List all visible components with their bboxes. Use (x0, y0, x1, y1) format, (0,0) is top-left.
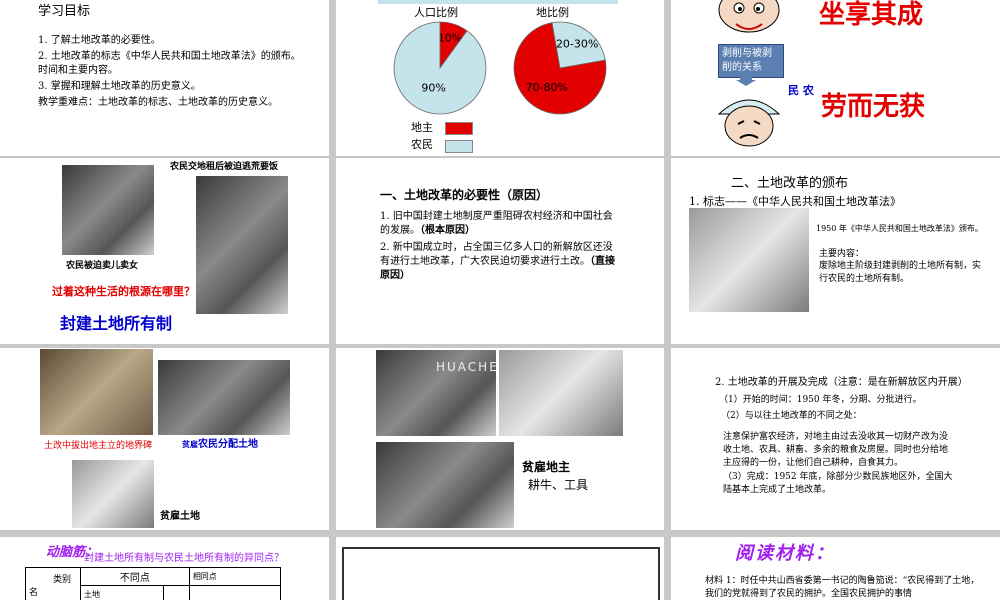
heading-enjoy-fruits: 坐享其成 (819, 0, 924, 30)
slide-necessity[interactable]: 一、土地改革的必要性（原因） 1. 旧中国封建土地制度严重阻碍农村经济和中国社会… (336, 158, 664, 344)
caption-tenant-land: 贫雇土地 (160, 511, 200, 522)
pie-slice-农民 (393, 21, 487, 115)
slide-think[interactable]: 动脑筋： 封建土地所有制与农民土地所有制的异同点？ 类别名 不同点 相同点 土地 (0, 537, 329, 600)
slide-oxen-tools[interactable]: HUACHEN 贫雇地主 耕牛、工具 (336, 348, 664, 530)
slide-blank[interactable] (336, 537, 664, 600)
cell-empty (163, 585, 190, 600)
photo-land-distribution (158, 360, 290, 435)
answer-feudal-land: 封建土地所有制 (60, 314, 173, 333)
section-heading-implementation: 2. 土地改革的开展及完成（注意：是在新解放区内开展） (715, 377, 968, 388)
root-cause-tag: （根本原因） (420, 225, 475, 236)
pie-land: 70-80% 20-30% (513, 21, 607, 115)
pie-data-label: 20-30% (556, 38, 598, 51)
goal-item: 3. 掌握和理解土地改革的历史意义。 (38, 81, 201, 92)
cell-land: 土地 (79, 585, 165, 600)
pie-charts-svg: 10%90% 70-80% 20-30% (393, 21, 607, 115)
caption-beggars: 农民交地租后被迫逃荒要饭 (170, 162, 279, 172)
slide-exploitation[interactable]: 坐享其成 剥削与被剥削的关系 民 农 劳而无获 (671, 0, 1000, 156)
key-points: 教学重难点：土地改革的标志、土地改革的历史意义。 (38, 97, 278, 108)
photo-land-deed (72, 460, 154, 528)
landlord-cartoon-icon (718, 0, 780, 33)
slide-reading[interactable]: 阅读材料： 材料 1：时任中共山西省委第一书记的陶鲁笳说：“农民得到了土地，我们… (671, 537, 1000, 600)
slide-land-reform-law[interactable]: 二、土地改革的颁布 1. 标志——《中华人民共和国土地改革法》 1950 年《中… (671, 158, 1000, 344)
law-note-year: 1950 年《中华人民共和国土地改革法》颁布。 (816, 224, 983, 233)
reason-1: 1. 旧中国封建土地制度严重阻碍农村经济和中国社会的发展。（根本原因） (380, 211, 613, 236)
reading-title: 阅读材料： (735, 543, 835, 564)
pie-data-label: 70-80% (526, 81, 568, 94)
impl-detail: 注意保护富农经济，对地主由过去没收其一切财产改为没收土地、农具、耕畜、多余的粮食… (723, 432, 949, 468)
cell-empty (188, 585, 282, 600)
photo-selling-children (62, 165, 154, 255)
question-root-cause: 过着这种生活的根源在哪里？ (52, 285, 195, 298)
think-question: 封建土地所有制与农民土地所有制的异同点？ (84, 553, 284, 564)
caption-selling-children: 农民被迫卖儿卖女 (66, 261, 139, 271)
peasant-cartoon-icon (717, 99, 781, 147)
slide-learning-goals[interactable]: 学习目标 1. 了解土地改革的必要性。 2. 土地改革的标志《中华人民共和国土地… (0, 0, 329, 156)
relation-label: 剥削与被剥削的关系 (722, 48, 772, 73)
impl-difference: （2）与以往土地改革的不同之处： (721, 411, 862, 421)
impl-completion: （3）完成：1952 年底，除部分少数民族地区外，全国大陆基本上完成了土地改革。 (723, 472, 953, 495)
photo-peasants-cattle (376, 442, 514, 528)
reading-text: 材料 1：时任中共山西省委第一书记的陶鲁笳说：“农民得到了土地，我们的党就得到了… (705, 576, 980, 599)
section-heading-necessity: 一、土地改革的必要性（原因） (380, 188, 549, 202)
caption-landlord: 贫雇地主 (522, 460, 571, 474)
legend-landlord-label: 地主 (411, 121, 433, 134)
slide-photos-reform[interactable]: 土改中拔出地主立的地界碑 贫雇农民分配土地 贫雇土地 (0, 348, 329, 530)
heading-toil-without-gain: 劳而无获 (821, 92, 926, 122)
table-corner: 类别名 (25, 567, 81, 600)
photo-beggars (196, 176, 288, 314)
section-heading-promulgation: 二、土地改革的颁布 (731, 176, 849, 191)
goal-item: 2. 土地改革的标志《中华人民共和国土地改革法》的颁布。时间和主要内容。 (38, 51, 301, 76)
law-subtitle: 1. 标志——《中华人民共和国土地改革法》 (689, 195, 901, 208)
caption-boundary-stone: 土改中拔出地主立的地界碑 (44, 441, 153, 451)
photo-law-document (689, 208, 809, 312)
impl-start: （1）开始的时间：1950 年冬，分期、分批进行。 (719, 395, 922, 405)
slide-implementation[interactable]: 2. 土地改革的开展及完成（注意：是在新解放区内开展） （1）开始的时间：195… (671, 348, 1000, 530)
slide-old-life[interactable]: 农民交地租后被迫逃荒要饭 农民被迫卖儿卖女 过着这种生活的根源在哪里？ 封建土地… (0, 158, 329, 344)
goal-item: 1. 了解土地改革的必要性。 (38, 35, 161, 46)
reason-2: 2. 新中国成立时，占全国三亿多人口的新解放区还没有进行土地改革，广大农民迫切要… (380, 242, 615, 281)
caption-distribution: 贫雇农民分配土地 (182, 439, 258, 450)
header-diff: 不同点 (80, 567, 190, 586)
legend-peasant-label: 农民 (411, 138, 433, 151)
legend-peasant-swatch (445, 140, 473, 153)
relation-box: 剥削与被剥削的关系 (718, 44, 784, 78)
law-note-content: 废除地主阶级封建剥削的土地所有制，实行农民的土地所有制。 (819, 261, 982, 284)
peasant-label: 民 农 (788, 84, 814, 97)
caption-oxen-tools: 耕牛、工具 (528, 478, 589, 492)
goal-list: 1. 了解土地改革的必要性。 2. 土地改革的标志《中华人民共和国土地改革法》的… (38, 34, 310, 110)
comparison-table: 类别名 不同点 相同点 土地 (25, 567, 282, 600)
slide-pie-charts[interactable]: 人口比例 地比例 10% 90% 70-80% 20-30% 地主 农民 (336, 0, 664, 156)
pie-population: 10%90% (393, 21, 487, 115)
blank-frame (342, 547, 660, 600)
photo-plowing (499, 350, 623, 436)
header-same: 相同点 (188, 567, 282, 586)
legend-landlord-swatch (445, 122, 473, 135)
pie-data-label: 90% (421, 82, 445, 95)
photo-boundary-stone (40, 349, 153, 435)
slide-title: 学习目标 (38, 4, 91, 19)
